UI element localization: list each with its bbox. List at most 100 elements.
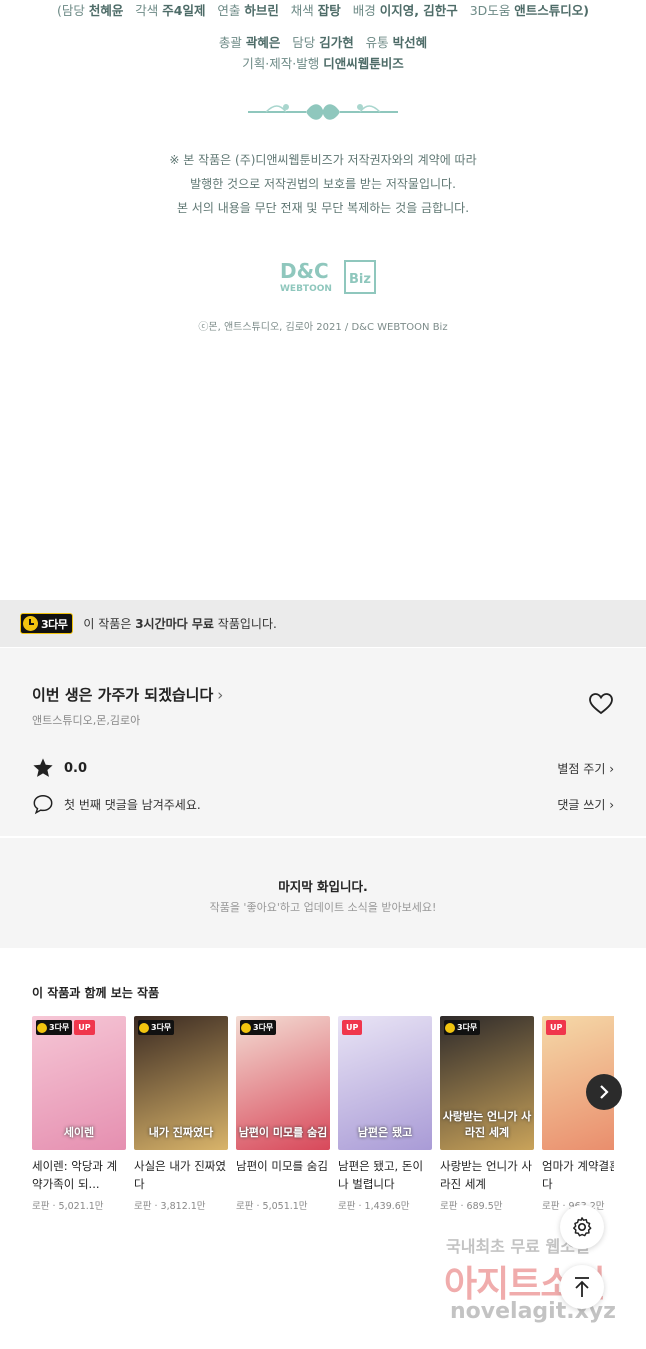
- notice-line: 본 서의 내용을 무단 전재 및 무단 복제하는 것을 금합니다.: [176, 201, 470, 215]
- recommendations-section: 이 작품과 함께 보는 작품 세이렌 3다무 UP 세이렌: 악당과 계약가족이 되.…: [0, 948, 646, 1233]
- card-thumbnail[interactable]: 내가 진짜였다 3다무: [134, 1016, 228, 1150]
- copyright-line: ⓒ몬, 앤트스튜디오, 김로아 2021 / D&C WEBTOON Biz: [198, 322, 448, 333]
- credits-line-3: 기획·제작·발행 디앤씨웹툰비즈: [0, 53, 646, 72]
- recommendations-heading: 이 작품과 함께 보는 작품: [32, 986, 160, 1000]
- credit-name: 디앤씨웹툰비즈: [323, 56, 404, 71]
- card-title[interactable]: 사랑받는 언니가 사라진 세계: [440, 1157, 534, 1193]
- card-thumbnail[interactable]: 남편이 미모를 숨김 3다무: [236, 1016, 330, 1150]
- chevron-right-icon: [600, 1085, 609, 1099]
- credit-role: (담당: [56, 3, 89, 18]
- card-title[interactable]: 남편은 됐고, 돈이나 벌렵니다: [338, 1157, 432, 1193]
- star-icon: [33, 758, 53, 777]
- credit-role: 연출: [217, 3, 245, 18]
- free-notice-text: 이 작품은 3시간마다 무료 작품입니다.: [83, 615, 276, 632]
- badge-label: 3다무: [253, 1023, 274, 1032]
- rate-button[interactable]: 별점 주기 ›: [557, 760, 614, 777]
- series-authors: 앤트스튜디오,몬,김로아: [32, 714, 141, 727]
- badge-label: 3다무: [151, 1023, 172, 1032]
- card-thumbnail[interactable]: 남편은 됐고 UP: [338, 1016, 432, 1150]
- write-comment-button[interactable]: 댓글 쓰기 ›: [557, 796, 614, 813]
- card-title[interactable]: 엄마가 계약결혼했다: [542, 1157, 614, 1193]
- free-text-post: 작품입니다.: [213, 617, 277, 631]
- chevron-right-icon: ›: [217, 686, 224, 704]
- ornament-divider-icon: [248, 104, 398, 120]
- carousel-next-button[interactable]: [586, 1074, 622, 1110]
- cover-title-art: 세이렌: [63, 1126, 95, 1139]
- card-thumbnail[interactable]: 사랑받는 언니가 사라진 세계 3다무: [440, 1016, 534, 1150]
- up-badge: UP: [74, 1020, 95, 1035]
- scroll-to-top-button[interactable]: [560, 1265, 604, 1309]
- write-comment-label[interactable]: 댓글 쓰기: [557, 798, 605, 812]
- comment-prompt: 첫 번째 댓글을 남겨주세요.: [64, 797, 201, 812]
- free-text-bold: 3시간마다 무료: [135, 617, 214, 631]
- copyright-notice: ※ 본 작품은 (주)디앤씨웹툰비즈가 저작권자와의 계약에 따라 발행한 것으…: [0, 148, 646, 220]
- notice-line: ※ 본 작품은 (주)디앤씨웹툰비즈가 저작권자와의 계약에 따라: [169, 153, 477, 167]
- recommendation-card[interactable]: 남편은 됐고 UP 남편은 됐고, 돈이나 벌렵니다 로판 · 1,439.6만: [338, 1016, 432, 1212]
- credit-role: 배경: [352, 3, 380, 18]
- recommendation-card[interactable]: UP엄마가 계약결혼했다로판 · 963.2만: [542, 1016, 614, 1212]
- cover-title-art: 내가 진짜였다: [148, 1126, 214, 1139]
- heart-icon[interactable]: [589, 693, 613, 715]
- card-badges: 3다무: [240, 1020, 277, 1035]
- series-title[interactable]: 이번 생은 가주가 되겠습니다: [32, 686, 213, 704]
- credit-name: 잡탕: [317, 3, 341, 18]
- last-episode-subtitle: 작품을 '좋아요'하고 업데이트 소식을 받아보세요!: [209, 901, 437, 914]
- credit-name: 앤트스튜디오): [514, 3, 590, 18]
- credit-name: 하브린: [244, 3, 279, 18]
- credit-role: 기획·제작·발행: [242, 56, 320, 71]
- credits-section: (담당 천혜윤 각색 주4일제 연출 하브린 채색 잡탕 배경 이지영, 김한구…: [0, 0, 646, 600]
- clock-icon: [445, 1022, 455, 1033]
- credit-role: 3D도움: [469, 3, 515, 18]
- credit-role: 채색: [290, 3, 318, 18]
- card-meta: 로판 · 5,021.1만: [32, 1201, 104, 1212]
- credit-name: 이지영, 김한구: [379, 3, 458, 18]
- free-notice-bar: 3다무 이 작품은 3시간마다 무료 작품입니다.: [0, 600, 646, 647]
- card-meta: 로판 · 689.5만: [440, 1201, 503, 1212]
- credit-name: 박선혜: [392, 35, 428, 50]
- cover-title-art: 사랑받는 언니가 사라진 세계: [442, 1110, 532, 1139]
- last-episode-panel: 마지막 화입니다. 작품을 '좋아요'하고 업데이트 소식을 받아보세요!: [0, 838, 646, 948]
- card-title[interactable]: 세이렌: 악당과 계약가족이 되...: [32, 1157, 126, 1193]
- card-thumbnail[interactable]: 세이렌 3다무 UP: [32, 1016, 126, 1150]
- badge-label: 3다무: [49, 1023, 70, 1032]
- clock-icon: [37, 1022, 47, 1033]
- 3-hour-free-badge: 3다무: [36, 1020, 73, 1035]
- last-episode-title: 마지막 화입니다.: [278, 879, 368, 894]
- rating-value: 0.0: [64, 760, 88, 776]
- credit-name: 천혜윤: [88, 3, 124, 18]
- clock-icon: [23, 616, 38, 631]
- series-title-link[interactable]: 이번 생은 가주가 되겠습니다 ›: [32, 684, 223, 705]
- gear-icon: [573, 1217, 592, 1237]
- up-badge: UP: [546, 1020, 567, 1035]
- credit-role: 담당: [292, 35, 320, 50]
- card-title[interactable]: 남편이 미모를 숨김: [236, 1157, 330, 1193]
- recommendation-card[interactable]: 내가 진짜였다 3다무사실은 내가 진짜였다로판 · 3,812.1만: [134, 1016, 228, 1212]
- speech-bubble-icon: [33, 795, 53, 815]
- free-text-pre: 이 작품은: [83, 617, 136, 631]
- recommendation-card[interactable]: 사랑받는 언니가 사라진 세계 3다무사랑받는 언니가 사라진 세계로판 · 68…: [440, 1016, 534, 1212]
- 3-hour-free-badge: 3다무: [444, 1020, 481, 1035]
- recommendation-card[interactable]: 남편이 미모를 숨김 3다무남편이 미모를 숨김로판 · 5,051.1만: [236, 1016, 330, 1212]
- logo-text: Biz: [349, 272, 371, 287]
- rate-button-label[interactable]: 별점 주기: [557, 762, 605, 776]
- dc-webtoon-biz-logo: D&C WEBTOON Biz: [280, 259, 376, 294]
- recommendation-card[interactable]: 세이렌 3다무 UP 세이렌: 악당과 계약가족이 되... 로판 · 5,021.1만: [32, 1016, 126, 1212]
- logo-text: WEBTOON: [280, 284, 332, 294]
- comment-row: 첫 번째 댓글을 남겨주세요. 댓글 쓰기 ›: [32, 792, 614, 816]
- badge-label: 3다무: [41, 617, 68, 631]
- card-meta: 로판 · 5,051.1만: [236, 1201, 308, 1212]
- card-title[interactable]: 사실은 내가 진짜였다: [134, 1157, 228, 1193]
- card-badges: 3다무 UP: [36, 1020, 95, 1035]
- card-badges: 3다무: [138, 1020, 175, 1035]
- credits-line-2: 총괄 곽혜은 담당 김가현 유통 박선혜: [0, 32, 646, 51]
- credit-name: 주4일제: [162, 3, 206, 18]
- cover-title-art: 남편은 됐고: [357, 1126, 413, 1139]
- card-badges: UP: [546, 1020, 567, 1035]
- cover-title-art: 남편이 미모를 숨김: [238, 1126, 328, 1139]
- settings-button[interactable]: [560, 1205, 604, 1249]
- card-meta: 로판 · 3,812.1만: [134, 1201, 206, 1212]
- credit-name: 곽혜은: [245, 35, 281, 50]
- credit-role: 유통: [365, 35, 393, 50]
- arrow-up-icon: [575, 1277, 589, 1297]
- clock-icon: [241, 1022, 251, 1033]
